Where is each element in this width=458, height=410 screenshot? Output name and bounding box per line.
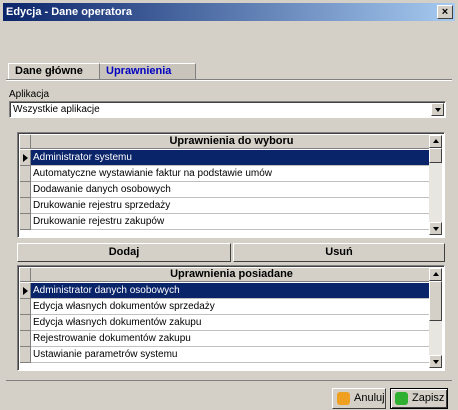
row-indicator: [20, 283, 31, 299]
scroll-up-button[interactable]: [429, 268, 442, 281]
tab-permissions[interactable]: Uprawnienia: [100, 63, 196, 79]
chevron-down-icon: [435, 108, 441, 112]
add-button[interactable]: Dodaj: [17, 243, 231, 262]
available-permissions-grid[interactable]: Uprawnienia do wyboru Administrator syst…: [17, 132, 445, 238]
granted-row-text: Edycja własnych dokumentów sprzedaży: [33, 301, 215, 312]
application-label: Aplikacja: [9, 89, 50, 100]
granted-row[interactable]: Rejestrowanie dokumentów zakupu: [20, 331, 431, 347]
granted-grid-title: Uprawnienia posiadane: [170, 268, 293, 280]
cancel-icon: [337, 392, 350, 405]
cancel-button-label: Anuluj: [354, 392, 385, 404]
granted-row[interactable]: Edycja własnych dokumentów zakupu: [20, 315, 431, 331]
row-indicator: [20, 198, 31, 214]
scroll-thumb[interactable]: [429, 281, 442, 321]
available-row-text: Administrator systemu: [33, 152, 132, 163]
granted-row[interactable]: Ustawianie parametrów systemu: [20, 347, 431, 363]
available-row-text: Drukowanie rejestru zakupów: [33, 216, 165, 227]
granted-scrollbar[interactable]: [429, 268, 442, 368]
available-row[interactable]: Administrator systemu: [20, 150, 431, 166]
available-row[interactable]: Automatyczne wystawianie faktur na podst…: [20, 166, 431, 182]
granted-permissions-grid[interactable]: Uprawnienia posiadane Administrator dany…: [17, 265, 445, 371]
title-bar[interactable]: Edycja - Dane operatora ×: [3, 3, 455, 21]
current-row-pointer-icon: [23, 287, 28, 295]
cancel-button[interactable]: Anuluj: [332, 388, 386, 409]
save-button[interactable]: Zapisz: [390, 388, 448, 409]
application-select-value: Wszystkie aplikacje: [13, 104, 100, 115]
chevron-up-icon: [433, 272, 439, 276]
row-indicator: [20, 182, 31, 198]
remove-button-label: Usuń: [325, 246, 353, 258]
application-select[interactable]: Wszystkie aplikacje: [9, 101, 446, 118]
footer-divider: [6, 380, 452, 381]
available-grid-title: Uprawnienia do wyboru: [169, 135, 294, 147]
chevron-down-icon: [433, 360, 439, 364]
row-indicator: [20, 347, 31, 363]
granted-row-text: Ustawianie parametrów systemu: [33, 349, 178, 360]
grid-corner: [20, 268, 31, 282]
available-row[interactable]: Drukowanie rejestru zakupów: [20, 214, 431, 230]
row-indicator: [20, 214, 31, 230]
granted-row-text: Edycja własnych dokumentów zakupu: [33, 317, 202, 328]
available-row[interactable]: Drukowanie rejestru sprzedaży: [20, 198, 431, 214]
row-indicator: [20, 299, 31, 315]
tab-main-data-label: Dane główne: [15, 65, 83, 77]
granted-grid-header: Uprawnienia posiadane: [20, 268, 431, 282]
operator-edit-window: Edycja - Dane operatora × Dane główne Up…: [0, 0, 458, 410]
current-row-pointer-icon: [23, 154, 28, 162]
scroll-thumb[interactable]: [429, 148, 442, 163]
tab-divider-highlight: [6, 80, 452, 81]
scroll-up-button[interactable]: [429, 135, 442, 148]
row-indicator: [20, 150, 31, 166]
row-indicator: [20, 331, 31, 347]
tab-main-data[interactable]: Dane główne: [8, 63, 100, 79]
available-row[interactable]: Dodawanie danych osobowych: [20, 182, 431, 198]
scroll-down-button[interactable]: [429, 222, 442, 235]
available-scrollbar[interactable]: [429, 135, 442, 235]
granted-row[interactable]: Administrator danych osobowych: [20, 283, 431, 299]
row-indicator: [20, 315, 31, 331]
window-title: Edycja - Dane operatora: [6, 6, 132, 18]
chevron-up-icon: [433, 139, 439, 143]
row-indicator: [20, 166, 31, 182]
close-button[interactable]: ×: [437, 5, 453, 19]
application-dropdown-button[interactable]: [431, 103, 444, 116]
available-row-text: Drukowanie rejestru sprzedaży: [33, 200, 171, 211]
available-row-text: Dodawanie danych osobowych: [33, 184, 171, 195]
chevron-down-icon: [433, 227, 439, 231]
granted-row-text: Rejestrowanie dokumentów zakupu: [33, 333, 191, 344]
available-grid-header: Uprawnienia do wyboru: [20, 135, 431, 149]
add-button-label: Dodaj: [108, 246, 140, 258]
available-row-text: Automatyczne wystawianie faktur na podst…: [33, 168, 273, 179]
granted-row-text: Administrator danych osobowych: [33, 285, 180, 296]
save-button-label: Zapisz: [412, 392, 445, 404]
close-icon: ×: [441, 6, 449, 18]
scroll-down-button[interactable]: [429, 355, 442, 368]
remove-button[interactable]: Usuń: [233, 243, 445, 262]
toolbar-area: [3, 21, 455, 61]
granted-row[interactable]: Edycja własnych dokumentów sprzedaży: [20, 299, 431, 315]
grid-corner: [20, 135, 31, 149]
save-icon: [395, 392, 408, 405]
tab-permissions-label: Uprawnienia: [106, 65, 172, 77]
